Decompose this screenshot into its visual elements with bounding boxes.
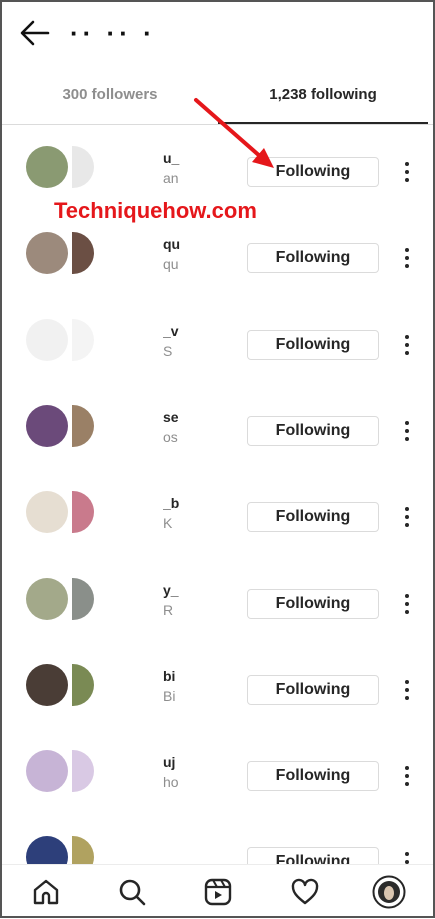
list-item[interactable]: _v S Following — [0, 297, 435, 383]
following-button[interactable]: Following — [247, 243, 379, 273]
following-button[interactable]: Following — [247, 675, 379, 705]
following-button[interactable]: Following — [247, 847, 379, 864]
list-item[interactable]: _b K Following — [0, 469, 435, 555]
username[interactable]: uj — [163, 754, 181, 770]
watermark-text: Techniquehow.com — [54, 198, 257, 223]
display-name: os — [163, 429, 178, 445]
tab-followers[interactable]: 300 followers — [0, 66, 220, 124]
avatar[interactable] — [26, 578, 94, 620]
username[interactable]: qu — [163, 236, 181, 252]
home-icon[interactable] — [31, 877, 61, 907]
following-button[interactable]: Following — [247, 761, 379, 791]
profile-avatar[interactable] — [372, 875, 406, 909]
more-options-icon[interactable] — [398, 592, 416, 616]
more-options-icon[interactable] — [398, 419, 416, 443]
avatar[interactable] — [26, 491, 94, 533]
display-name: qu — [163, 256, 179, 272]
list-item[interactable]: bi Bi Following — [0, 642, 435, 728]
username[interactable]: _v — [163, 323, 181, 339]
following-button[interactable]: Following — [247, 589, 379, 619]
username[interactable]: se — [163, 409, 181, 425]
page-title: ·· ·· · — [70, 18, 156, 48]
username[interactable]: u_ — [163, 150, 181, 166]
top-bar: ·· ·· · — [0, 0, 435, 66]
following-button[interactable]: Following — [247, 416, 379, 446]
search-icon[interactable] — [117, 877, 147, 907]
list-item[interactable]: y_ R Following — [0, 556, 435, 642]
avatar[interactable] — [26, 750, 94, 792]
more-options-icon[interactable] — [398, 850, 416, 864]
username[interactable]: _b — [163, 495, 181, 511]
avatar[interactable] — [26, 319, 94, 361]
heart-icon[interactable] — [290, 877, 320, 907]
avatar[interactable] — [26, 664, 94, 706]
username[interactable]: bi — [163, 668, 181, 684]
list-item[interactable]: Following — [0, 814, 435, 864]
following-list: u_ an Following qu qu Following _v S Following se… — [0, 124, 435, 864]
display-name: R — [163, 602, 174, 618]
more-options-icon[interactable] — [398, 678, 416, 702]
annotation-arrow-icon — [194, 98, 274, 168]
avatar[interactable] — [26, 405, 94, 447]
more-options-icon[interactable] — [398, 333, 416, 357]
avatar[interactable] — [26, 232, 94, 274]
list-item[interactable]: uj ho Following — [0, 728, 435, 814]
bottom-navigation — [0, 864, 435, 919]
username[interactable]: y_ — [163, 582, 181, 598]
following-button[interactable]: Following — [247, 330, 379, 360]
display-name: an — [163, 170, 179, 186]
display-name: Bi — [163, 688, 176, 704]
display-name: S — [163, 343, 173, 359]
display-name: K — [163, 515, 173, 531]
more-options-icon[interactable] — [398, 160, 416, 184]
more-options-icon[interactable] — [398, 246, 416, 270]
more-options-icon[interactable] — [398, 505, 416, 529]
back-arrow-icon[interactable] — [18, 18, 52, 48]
reels-icon[interactable] — [203, 877, 233, 907]
following-button[interactable]: Following — [247, 502, 379, 532]
list-item[interactable]: se os Following — [0, 383, 435, 469]
more-options-icon[interactable] — [398, 764, 416, 788]
avatar[interactable] — [26, 836, 94, 864]
avatar[interactable] — [26, 146, 94, 188]
display-name: ho — [163, 774, 179, 790]
